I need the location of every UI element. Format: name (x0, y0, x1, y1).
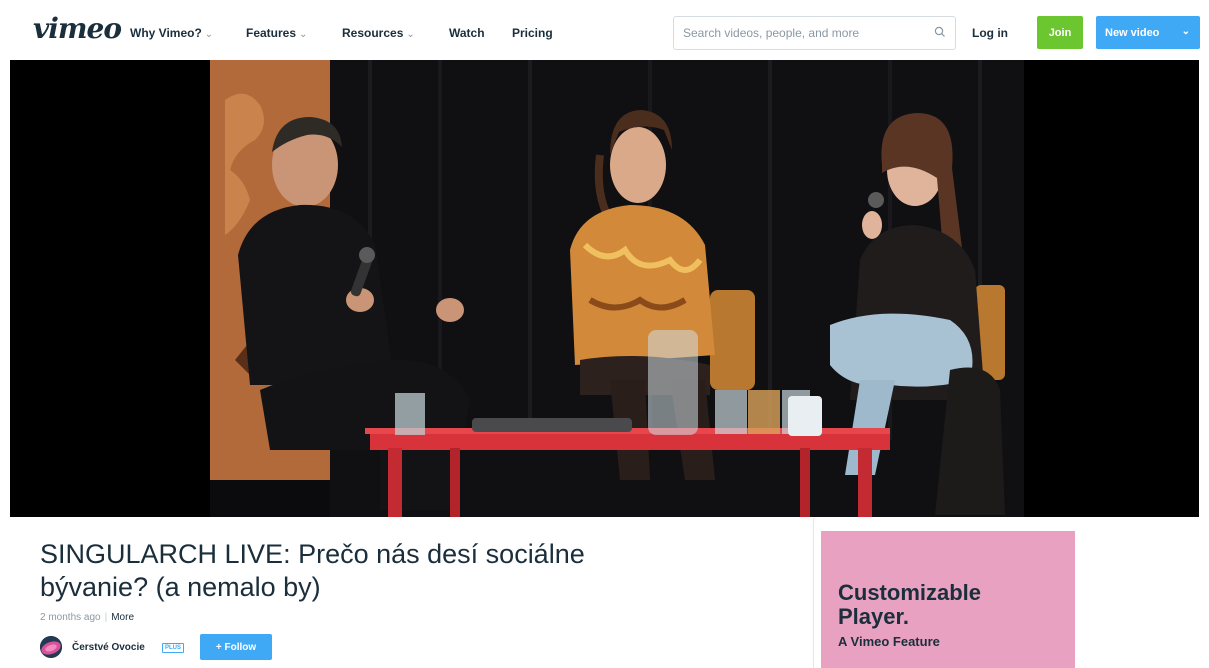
nav-resources-label: Resources (342, 26, 404, 40)
video-title: SINGULARCH LIVE: Prečo nás desí sociálne… (40, 539, 585, 602)
ad-headline-line2: Player. (838, 604, 909, 629)
chevron-down-icon: ⌄ (299, 29, 308, 40)
join-button[interactable]: Join (1037, 16, 1083, 49)
new-video-button[interactable]: New video ⌄ (1096, 16, 1200, 49)
posted-date: 2 months ago (40, 612, 101, 623)
column-divider (813, 518, 814, 668)
video-owner: Čerstvé Ovocie PLUS + Follow (40, 634, 340, 660)
follow-button[interactable]: + Follow (200, 634, 272, 660)
plus-badge: PLUS (162, 643, 185, 653)
more-link[interactable]: More (111, 612, 134, 623)
avatar-image (40, 636, 62, 658)
chevron-down-icon: ⌄ (1181, 26, 1190, 37)
nav-features-label: Features (246, 26, 297, 40)
nav-pricing[interactable]: Pricing (512, 25, 553, 41)
search-box (673, 16, 956, 50)
new-video-label: New video (1105, 26, 1160, 39)
nav-why-vimeo-label: Why Vimeo? (130, 26, 202, 40)
nav-watch[interactable]: Watch (449, 25, 485, 41)
chevron-down-icon: ⌄ (204, 29, 214, 40)
video-player[interactable] (10, 60, 1199, 517)
video-frame (10, 60, 1199, 517)
login-link[interactable]: Log in (972, 25, 1008, 41)
nav-features[interactable]: Features ⌄ (246, 25, 307, 43)
search-input[interactable] (674, 17, 924, 49)
top-navigation: vimeo Why Vimeo? ⌄ Features ⌄ Resources ⌄ W… (0, 0, 1209, 60)
avatar[interactable] (40, 636, 62, 658)
ad-subtitle: A Vimeo Feature (838, 634, 940, 649)
owner-name-link[interactable]: Čerstvé Ovocie (72, 642, 145, 654)
ad-headline: Customizable Player. (838, 581, 981, 629)
vimeo-logo[interactable]: vimeo (33, 14, 122, 44)
ad-headline-line1: Customizable (838, 580, 982, 605)
magnifier-icon[interactable] (933, 25, 947, 39)
meta-separator: | (104, 612, 108, 623)
sidebar-ad[interactable]: Customizable Player. A Vimeo Feature (821, 531, 1075, 668)
chevron-down-icon: ⌄ (406, 29, 415, 40)
nav-resources[interactable]: Resources ⌄ (342, 25, 415, 43)
video-meta: 2 months ago | More (40, 612, 134, 624)
nav-why-vimeo[interactable]: Why Vimeo? ⌄ (130, 25, 213, 43)
